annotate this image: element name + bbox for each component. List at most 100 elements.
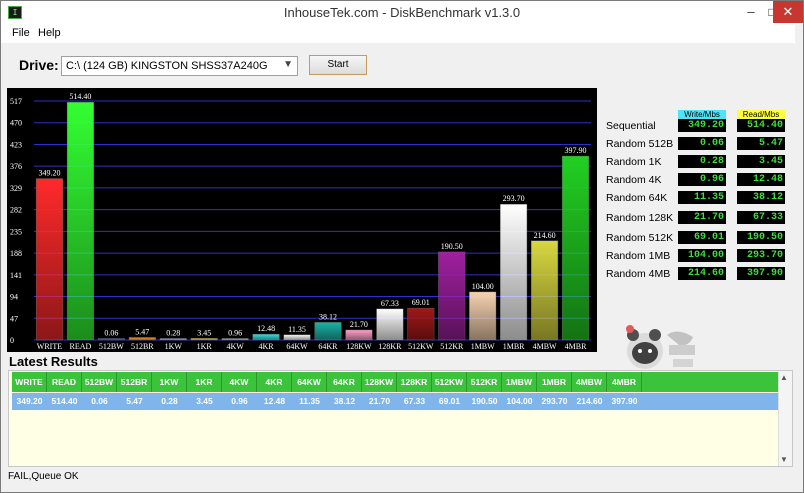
grid-column-header[interactable]: 4KR: [257, 372, 292, 392]
grid-cell: 0.06: [91, 396, 108, 406]
result-read-value: 190.50: [737, 231, 785, 244]
result-write-value: 0.28: [678, 155, 726, 168]
x-tick-label: 1MBW: [471, 342, 495, 351]
x-tick-label: 512BW: [99, 342, 124, 351]
y-tick-label: 329: [10, 184, 22, 193]
bar: [438, 251, 466, 341]
menu-help[interactable]: Help: [38, 27, 61, 39]
bar-value-label: 0.28: [166, 329, 180, 338]
bar: [283, 334, 311, 341]
grid-column-header[interactable]: 1MBR: [537, 372, 572, 392]
bar-value-label: 190.50: [441, 242, 463, 251]
grid-column-header[interactable]: 64KW: [292, 372, 327, 392]
x-tick-label: 128KW: [346, 342, 372, 351]
benchmark-chart-svg: 0 47 94 141 188 235 282 329 376 423 470 517 349.20 WR…: [10, 92, 591, 351]
grid-cell: 190.50: [471, 396, 498, 406]
bar-value-label: 67.33: [381, 299, 399, 308]
y-tick-label: 517: [10, 97, 22, 106]
x-tick-label: 128KR: [378, 342, 402, 351]
bar-value-label: 11.35: [288, 325, 306, 334]
grid-column-header[interactable]: 1MBW: [502, 372, 537, 392]
latest-results-grid[interactable]: WRITE READ 512BW 512BR 1KW 1KR 4KW 4KR 64KW 64KR 1…: [8, 370, 793, 467]
grid-column-header[interactable]: 512BR: [117, 372, 152, 392]
grid-cell: 514.40: [51, 396, 78, 406]
grid-scrollbar[interactable]: ▲ ▼: [778, 371, 792, 466]
y-tick-label: 0: [10, 336, 14, 345]
start-button[interactable]: Start: [309, 55, 367, 75]
result-label: Sequential: [606, 120, 656, 132]
bar-value-label: 3.45: [197, 328, 211, 337]
x-tick-label: 512KR: [440, 342, 464, 351]
bar: [159, 338, 187, 341]
y-tick-label: 94: [10, 293, 18, 302]
scroll-down-icon[interactable]: ▼: [780, 455, 788, 464]
result-read-value: 12.48: [737, 173, 785, 186]
grid-column-header[interactable]: 64KR: [327, 372, 362, 392]
grid-column-header[interactable]: 1KW: [152, 372, 187, 392]
menu-file[interactable]: File: [12, 27, 30, 39]
grid-cell: 38.12: [333, 396, 356, 406]
result-write-value: 0.96: [678, 173, 726, 186]
grid-column-header[interactable]: 128KW: [362, 372, 397, 392]
grid-cell: 3.45: [196, 396, 213, 406]
grid-column-header[interactable]: 512BW: [82, 372, 117, 392]
close-button[interactable]: ✕: [773, 1, 803, 23]
grid-column-header[interactable]: 512KW: [432, 372, 467, 392]
bar-value-label: 397.90: [565, 146, 587, 155]
results-panel: Write/Mbs Read/Mbs Sequential 349.20 514.4…: [599, 88, 795, 352]
bar-value-label: 0.96: [228, 329, 242, 338]
grid-cell: 5.47: [126, 396, 143, 406]
chevron-down-icon: ▼: [283, 59, 293, 70]
bar: [190, 338, 218, 341]
grid-column-header[interactable]: 1KR: [187, 372, 222, 392]
result-label: Random 128K: [606, 212, 674, 224]
x-tick-label: 4KW: [226, 342, 244, 351]
x-tick-label: 512KW: [408, 342, 434, 351]
bar-value-label: 214.60: [534, 231, 556, 240]
bear-mascot-watermark-icon: [626, 325, 695, 369]
bar-value-label: 5.47: [135, 327, 149, 336]
bar: [35, 178, 63, 341]
grid-cell: 12.48: [263, 396, 286, 406]
y-tick-label: 47: [10, 314, 18, 323]
grid-column-header[interactable]: 4MBW: [572, 372, 607, 392]
result-write-value: 349.20: [678, 119, 726, 132]
window-scrollbar[interactable]: [795, 25, 803, 465]
grid-column-header[interactable]: 128KR: [397, 372, 432, 392]
bar-value-label: 21.70: [350, 320, 368, 329]
result-write-value: 11.35: [678, 191, 726, 204]
bar-value-label: 69.01: [412, 298, 430, 307]
drive-select[interactable]: C:\ (124 GB) KINGSTON SHSS37A240G ▼: [61, 56, 298, 76]
x-tick-label: 4KR: [259, 342, 275, 351]
grid-column-header[interactable]: READ: [47, 372, 82, 392]
result-read-value: 397.90: [737, 267, 785, 280]
x-tick-label: 64KR: [318, 342, 338, 351]
bar: [66, 102, 94, 341]
bar: [128, 337, 156, 341]
bar: [97, 338, 125, 341]
app-window: I InhouseTek.com - DiskBenchmark v1.3.0 …: [0, 0, 804, 493]
grid-column-header[interactable]: 512KR: [467, 372, 502, 392]
bar: [500, 204, 528, 341]
y-tick-label: 282: [10, 206, 22, 215]
grid-cell: 0.96: [231, 396, 248, 406]
table-row[interactable]: 349.20 514.40 0.06 5.47 0.28 3.45 0.96 12.48 11.…: [12, 393, 782, 410]
grid-cell: 69.01: [438, 396, 461, 406]
grid-cell: 397.90: [611, 396, 638, 406]
grid-cell: 104.00: [506, 396, 533, 406]
bar: [376, 308, 404, 341]
grid-cell: 0.28: [161, 396, 178, 406]
x-tick-label: READ: [70, 342, 92, 351]
result-write-value: 104.00: [678, 249, 726, 262]
grid-column-header[interactable]: WRITE: [12, 372, 47, 392]
y-tick-label: 141: [10, 271, 22, 280]
grid-column-header[interactable]: 4KW: [222, 372, 257, 392]
bar: [345, 329, 373, 341]
result-write-value: 21.70: [678, 211, 726, 224]
result-label: Random 4K: [606, 174, 662, 186]
scroll-up-icon[interactable]: ▲: [780, 373, 788, 382]
title-bar[interactable]: I InhouseTek.com - DiskBenchmark v1.3.0 …: [1, 1, 803, 25]
result-read-value: 67.33: [737, 211, 785, 224]
result-write-value: 69.01: [678, 231, 726, 244]
x-tick-label: 1KR: [197, 342, 213, 351]
